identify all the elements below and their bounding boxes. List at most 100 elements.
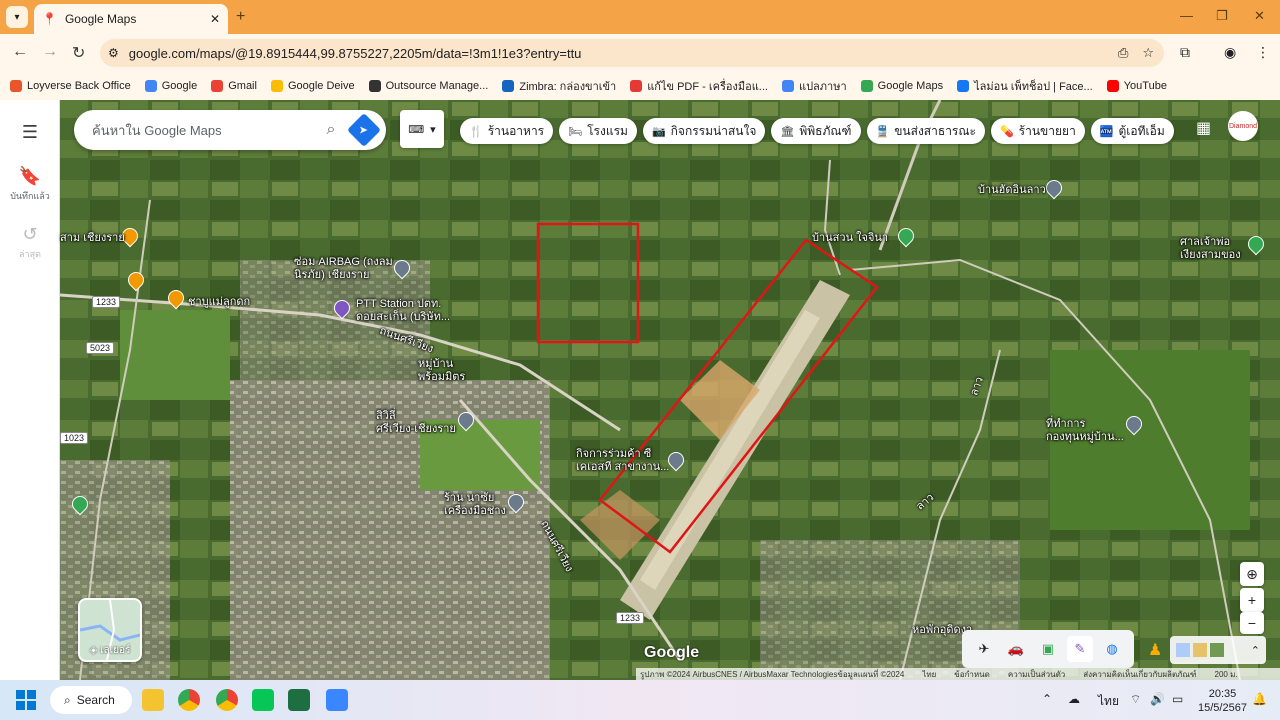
map-type-thumb[interactable] — [1176, 643, 1190, 657]
attribution-item[interactable]: ข้อกำหนด — [954, 668, 990, 680]
start-button[interactable] — [16, 690, 36, 710]
search-icon[interactable]: ⌕ — [316, 121, 346, 139]
satellite-map[interactable] — [60, 100, 1280, 680]
reload-button[interactable]: ↻ — [72, 43, 85, 63]
notepad-icon[interactable] — [326, 689, 348, 711]
extensions-icon[interactable]: ⧉ — [1180, 44, 1190, 61]
category-chip[interactable]: 🏧 ตู้เอทีเอ็ม — [1090, 118, 1174, 144]
keyboard-icon: ⌨ — [408, 123, 425, 136]
volume-icon[interactable]: 🔊 — [1150, 692, 1165, 706]
maximize-button[interactable]: ❐ — [1216, 8, 1228, 24]
place-label-ptt[interactable]: PTT Station ปตท. ดอยสะเก็น (บริษัท... — [356, 298, 450, 324]
address-bar[interactable]: ⚙ google.com/maps/@19.8915444,99.8755227… — [100, 39, 1164, 67]
battery-icon[interactable]: ▭ — [1172, 692, 1183, 706]
file-explorer-icon[interactable] — [142, 689, 164, 711]
traffic-icon[interactable]: 🚗 — [1003, 636, 1029, 662]
bookmark-star-icon[interactable]: ☆ — [1142, 45, 1154, 61]
bookmark-item[interactable]: Outsource Manage... — [368, 80, 488, 92]
street-view-pegman-icon[interactable]: ♟ — [1148, 640, 1162, 660]
saved-button[interactable]: 🔖 บันทึกแล้ว — [0, 166, 60, 203]
map-type-thumb[interactable] — [1210, 643, 1224, 657]
system-clock[interactable]: 20:35 15/5/2567 — [1198, 687, 1247, 715]
attribution-item[interactable]: ส่งความคิดเห็นเกี่ยวกับผลิตภัณฑ์ — [1083, 668, 1196, 680]
new-tab-button[interactable]: + — [236, 8, 245, 26]
back-button[interactable]: ← — [12, 43, 28, 61]
install-app-icon[interactable]: ⎙ — [1118, 45, 1128, 61]
avatar[interactable]: Diamond — [1228, 111, 1258, 141]
zoom-in-button[interactable]: + — [1240, 588, 1264, 612]
directions-button[interactable]: ➤ — [347, 113, 381, 147]
bookmark-item[interactable]: แก้ไข PDF - เครื่องมือแ... — [630, 77, 768, 95]
bookmark-item[interactable]: Google Deive — [270, 80, 355, 92]
taskbar-search[interactable]: ⌕ Search — [50, 686, 132, 714]
bookmark-item[interactable]: YouTube — [1106, 80, 1167, 92]
category-chip[interactable]: 💊 ร้านขายยา — [990, 118, 1085, 144]
map-type-thumbnails[interactable]: ⌃ — [1170, 636, 1266, 664]
bookmark-item[interactable]: Zimbra: กล่องขาเข้า — [502, 77, 616, 95]
recent-button[interactable]: ↺ ล่าสุด — [0, 224, 60, 261]
bookmark-favicon-icon — [957, 80, 970, 92]
cloud-icon[interactable]: ☁ — [1068, 692, 1080, 706]
search-icon: ⌕ — [64, 692, 71, 707]
airport-icon[interactable]: ✈ — [971, 636, 997, 662]
place-label-baan-suan[interactable]: บ้านสวน ใจจินา — [812, 232, 888, 245]
excel-icon[interactable] — [288, 689, 310, 711]
bookmark-item[interactable]: แปลภาษา — [781, 77, 847, 95]
place-label-village-fund[interactable]: ที่ทำการ กองทุนหมู่บ้าน... — [1046, 418, 1124, 444]
search-input[interactable]: ค้นหาใน Google Maps — [92, 120, 316, 141]
maps-search-box[interactable]: ค้นหาใน Google Maps ⌕ ➤ — [74, 110, 386, 150]
place-label-airbag[interactable]: ซ่อม AIRBAG (ถงลม นิรภัย) เชียงราย — [294, 256, 393, 282]
minimize-button[interactable]: — — [1180, 8, 1193, 23]
attribution-item[interactable]: ความเป็นส่วนตัว — [1008, 668, 1065, 680]
category-chip[interactable]: 🛏 โรงแรม — [559, 118, 637, 144]
bookmark-item[interactable]: Google Maps — [860, 80, 943, 92]
line-app-icon[interactable] — [252, 689, 274, 711]
zoom-out-button[interactable]: − — [1240, 612, 1264, 634]
category-chip[interactable]: 🏛 พิพิธภัณฑ์ — [771, 118, 861, 144]
close-window-button[interactable]: ✕ — [1254, 8, 1265, 24]
place-label-siwilee[interactable]: สิวิลี่ ศรีเวียง-เชียงราย — [376, 410, 456, 436]
place-label-shrine[interactable]: ศาลเจ้าพ่อ เงียงสามของ — [1180, 236, 1241, 262]
place-label-baan-had[interactable]: บ้านฮัดอินลาว — [978, 184, 1046, 197]
place-label-village[interactable]: หมู่บ้าน พร้อมมิตร — [418, 358, 465, 384]
tab-google-maps[interactable]: 📍 Google Maps ✕ — [34, 4, 228, 34]
layers-button[interactable]: ◈ เลเยอร์ — [78, 598, 142, 662]
google-apps-icon[interactable]: ▦ — [1196, 118, 1211, 138]
attribution-item[interactable]: ไทย — [922, 668, 936, 680]
scale-bar[interactable]: 200 ม. — [1215, 668, 1238, 680]
draw-icon[interactable]: ✎ — [1067, 636, 1093, 662]
category-chip-label: ตู้เอทีเอ็ม — [1118, 123, 1165, 138]
my-location-button[interactable]: ⊕ — [1240, 562, 1264, 586]
wifi-icon[interactable]: ⌔ — [1130, 692, 1141, 707]
bookmark-item[interactable]: Gmail — [211, 80, 257, 92]
bookmark-item[interactable]: ไลม่อน เพ็ทช็อป | Face... — [957, 77, 1093, 95]
input-tools-button[interactable]: ⌨ ▾ — [400, 110, 444, 148]
chrome-icon[interactable] — [178, 689, 200, 711]
category-icon: 🏛 — [780, 125, 795, 138]
chevron-up-icon[interactable]: ⌃ — [1251, 644, 1260, 657]
category-chip[interactable]: 📷 กิจกรรมน่าสนใจ — [642, 118, 766, 144]
bookmark-item[interactable]: Loyverse Back Office — [10, 80, 131, 92]
place-label-tools-shop[interactable]: ร้าน นาซัย เครื่องมือช่าง — [444, 492, 506, 518]
site-info-icon[interactable]: ⚙ — [108, 46, 119, 60]
tab-search-button[interactable]: ▾ — [6, 6, 28, 28]
profile-icon[interactable]: ◉ — [1224, 44, 1236, 61]
place-label-joint-venture[interactable]: กิจการร่วมค้า ซี เคเอสที สาขางาน... — [576, 448, 669, 474]
notification-bell-icon[interactable]: 🔔 — [1252, 692, 1267, 706]
chrome-profile-icon[interactable] — [216, 689, 238, 711]
globe-icon[interactable]: ◍ — [1099, 636, 1125, 662]
menu-button[interactable]: ☰ — [0, 122, 60, 143]
category-chip[interactable]: 🍴 ร้านอาหาร — [460, 118, 554, 144]
place-label-sam[interactable]: สาม เชียงราย — [60, 232, 125, 245]
chevron-up-icon[interactable]: ⌃ — [1042, 692, 1052, 706]
close-icon[interactable]: ✕ — [210, 12, 220, 26]
category-chip[interactable]: 🚆 ขนส่งสาธารณะ — [866, 118, 985, 144]
browser-menu-icon[interactable]: ⋮ — [1256, 44, 1270, 61]
place-label-shabu[interactable]: ชาบูแม่ลูกดก — [188, 296, 250, 309]
bookmark-item[interactable]: Google — [144, 80, 197, 92]
map-type-thumb[interactable] — [1193, 643, 1207, 657]
forward-button[interactable]: → — [42, 43, 58, 61]
language-indicator[interactable]: ไทย — [1098, 692, 1119, 711]
transit-icon[interactable]: ▣ — [1035, 636, 1061, 662]
category-chips: 🍴 ร้านอาหาร 🛏 โรงแรม 📷 กิจกรรมน่าสนใจ 🏛 พิพิธภั… — [460, 118, 1174, 144]
